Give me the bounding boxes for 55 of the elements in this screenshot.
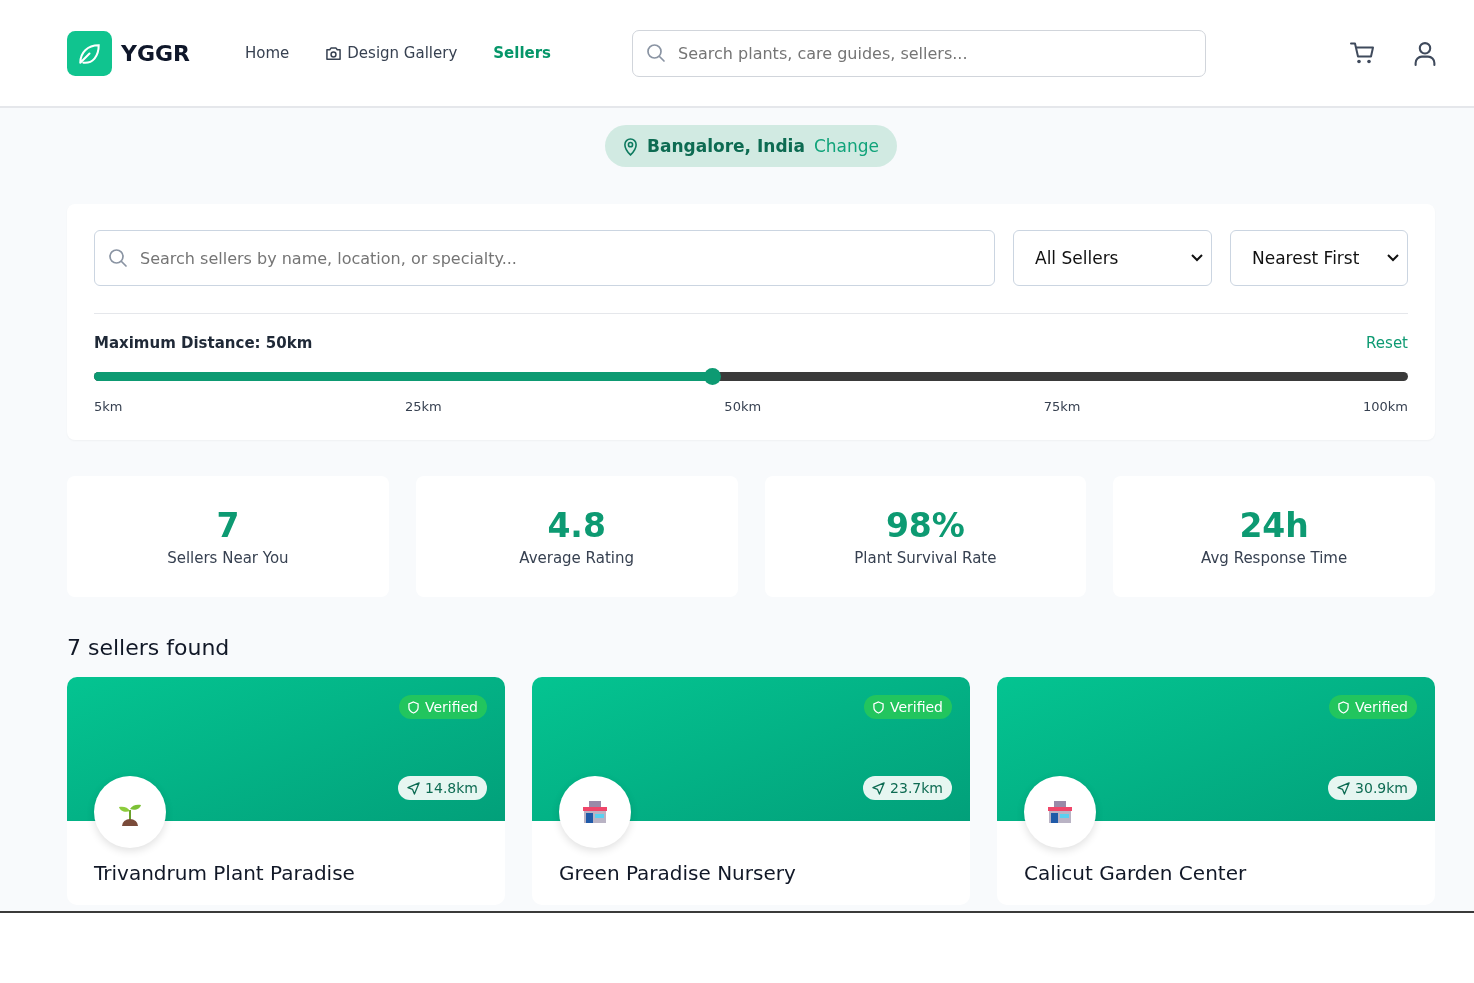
tick-label: 100km bbox=[1363, 399, 1408, 414]
tick-label: 50km bbox=[724, 399, 762, 414]
search-icon bbox=[108, 248, 128, 268]
navigation-arrow-icon bbox=[407, 781, 421, 795]
camera-icon bbox=[325, 45, 343, 61]
chevron-down-icon bbox=[1387, 254, 1399, 262]
verified-badge: Verified bbox=[863, 695, 952, 719]
nav-link[interactable]: Sellers bbox=[493, 44, 552, 62]
tick-label: 25km bbox=[405, 399, 442, 414]
verified-badge: Verified bbox=[1328, 695, 1417, 719]
stat-label: Plant Survival Rate bbox=[854, 549, 997, 567]
shield-icon bbox=[1337, 700, 1349, 714]
distance-badge: 14.8km bbox=[398, 776, 487, 800]
stat-value: 4.8 bbox=[547, 506, 606, 545]
stat-label: Sellers Near You bbox=[167, 549, 289, 567]
chevron-down-icon bbox=[1191, 254, 1203, 262]
verified-badge: Verified bbox=[398, 695, 487, 719]
distance-label: Maximum Distance: 50km bbox=[94, 334, 313, 352]
location-name: Bangalore, India bbox=[647, 136, 805, 156]
reset-link[interactable]: Reset bbox=[1366, 334, 1408, 352]
stat-value: 98% bbox=[885, 506, 965, 545]
shield-icon bbox=[407, 700, 419, 714]
stat-value: 7 bbox=[216, 506, 240, 545]
brand-name: YGGR bbox=[121, 40, 190, 66]
user-icon[interactable] bbox=[1412, 40, 1438, 66]
slider-handle[interactable] bbox=[703, 368, 721, 385]
tick-label: 5km bbox=[94, 399, 123, 414]
navigation-arrow-icon bbox=[872, 781, 886, 795]
stat-label: Avg Response Time bbox=[1201, 549, 1348, 567]
search-field[interactable]: Search sellers by name, location, or specialty... bbox=[94, 230, 995, 286]
seller-name: Trivandrum Plant Paradise bbox=[94, 861, 355, 885]
tick-label: 75km bbox=[1043, 399, 1081, 414]
navigation-arrow-icon bbox=[1337, 781, 1351, 795]
seller-card[interactable]: Verified 14.8km Trivandrum Plant Paradise bbox=[67, 677, 505, 905]
nav-link[interactable]: Home bbox=[245, 44, 290, 62]
distance-badge: 30.9km bbox=[1328, 776, 1417, 800]
search-icon bbox=[646, 43, 666, 63]
seller-card[interactable]: Verified 23.7km Green Paradise Nursery bbox=[532, 677, 970, 905]
nav-link[interactable]: Design Gallery bbox=[325, 44, 458, 62]
stat-label: Average Rating bbox=[519, 549, 634, 567]
store-icon bbox=[581, 798, 609, 826]
results-heading: 7 sellers found bbox=[67, 635, 231, 660]
stat-value: 24h bbox=[1239, 506, 1309, 545]
map-pin-icon bbox=[623, 136, 638, 156]
sort-dropdown[interactable]: Nearest First bbox=[1230, 230, 1408, 286]
seller-card[interactable]: Verified 30.9km Calicut Garden Center bbox=[997, 677, 1435, 905]
distance-badge: 23.7km bbox=[863, 776, 952, 800]
leaf-logo-icon bbox=[67, 30, 112, 76]
seller-name: Green Paradise Nursery bbox=[559, 861, 796, 885]
shield-icon bbox=[872, 700, 884, 714]
seller-type-dropdown[interactable]: All Sellers bbox=[1013, 230, 1212, 286]
search-field[interactable]: Search plants, care guides, sellers... bbox=[632, 29, 1206, 77]
seller-name: Calicut Garden Center bbox=[1024, 861, 1247, 885]
cart-icon[interactable] bbox=[1350, 40, 1376, 66]
store-icon bbox=[1046, 798, 1074, 826]
